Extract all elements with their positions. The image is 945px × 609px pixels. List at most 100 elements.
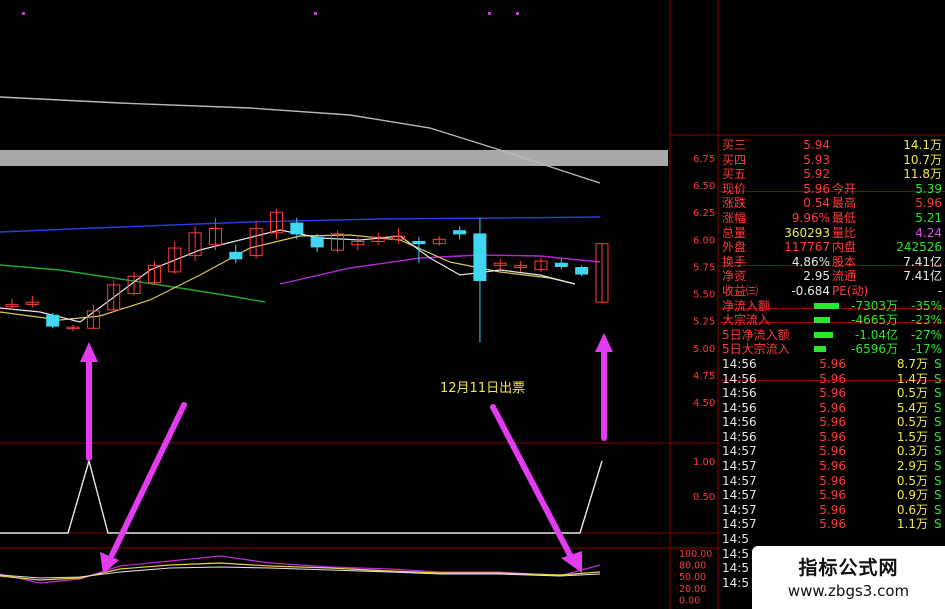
trade-price: 5.96	[819, 356, 846, 371]
trade-volume: 0.5万	[896, 415, 928, 430]
trade-row: 14:57 5.96 0.5万 S	[720, 474, 945, 489]
stat-label: 今开	[832, 181, 857, 196]
bid-label: 买四	[722, 152, 747, 167]
stat-row: 外盘 117767 内盘 242526	[720, 240, 945, 255]
trade-volume: 0.5万	[896, 473, 928, 488]
oscillator-tick-label: 0.00	[679, 595, 700, 606]
trade-volume: 0.9万	[896, 488, 928, 503]
stat-value: 2.95	[803, 269, 830, 284]
trade-time: 14:56	[722, 371, 757, 386]
trade-time: 14:5	[722, 575, 749, 590]
price-tick-label: 5.00	[693, 344, 715, 355]
flow-percent: -23%	[910, 313, 942, 328]
stat-row: 净资 2.95 流通 7.41亿	[720, 269, 945, 284]
trade-time: 14:57	[722, 459, 757, 474]
trade-row: 14:56 5.96 5.4万 S	[720, 401, 945, 416]
stat-value: 7.41亿	[903, 254, 942, 269]
price-tick-label: 6.75	[693, 154, 715, 165]
ma-purple-line	[279, 254, 601, 285]
bid-volume: 14.1万	[903, 138, 942, 152]
price-tick-label: 6.50	[693, 181, 715, 192]
trade-price: 5.96	[819, 400, 846, 415]
trade-side: S	[934, 356, 942, 371]
stat-row: 涨跌 0.54 最高 5.96	[720, 196, 945, 211]
stat-value: 5.39	[915, 181, 942, 196]
stat-value: 5.21	[915, 210, 942, 225]
trade-price: 5.96	[819, 371, 846, 386]
ma-yellow-line	[0, 234, 576, 321]
trade-time: 14:5	[722, 561, 749, 576]
trade-time: 14:56	[722, 356, 757, 371]
trade-side: S	[934, 444, 942, 459]
annotation-arrows	[80, 333, 613, 574]
flow-label: 5日大宗流入	[722, 342, 790, 357]
trade-price: 5.96	[819, 386, 846, 401]
candle-body	[46, 314, 60, 327]
stat-value: 117767	[784, 240, 830, 255]
oscillator-tick-label: 100.00	[679, 549, 712, 560]
price-tick-label: 4.50	[693, 398, 715, 409]
flow-percent: -27%	[910, 327, 942, 342]
indicator-tick-label: 0.50	[693, 492, 715, 503]
stat-label: 股本	[832, 254, 857, 269]
stat-row: 收益㈢ -0.684 PE(动) -	[720, 284, 945, 299]
bid-price: 5.94	[803, 138, 830, 152]
stat-label: 涨跌	[722, 196, 747, 211]
watermark-title: 指标公式网	[798, 557, 899, 579]
trade-volume: 0.3万	[896, 444, 928, 459]
candle-body	[453, 230, 467, 235]
stat-label: 流通	[832, 269, 857, 284]
stat-value: -0.684	[791, 283, 830, 298]
annotation-text: 12月11日出票	[440, 381, 526, 396]
oscillator-tick-label: 50.00	[679, 572, 706, 583]
trade-time: 14:56	[722, 415, 757, 430]
flow-bar	[814, 302, 839, 309]
flow-row: 净流入额 -7303万 -35%	[720, 299, 945, 314]
trade-price: 5.96	[819, 415, 846, 430]
trade-volume: 1.5万	[896, 429, 928, 444]
bid-row: 买四 5.93 10.7万	[720, 153, 945, 168]
candle-body	[290, 222, 304, 235]
trade-row: 14:56 5.96 1.4万 S	[720, 372, 945, 387]
oscillator-axis: 100.0080.0050.0020.000.00	[679, 549, 712, 606]
bid-row: 买五 5.92 11.8万	[720, 167, 945, 182]
trade-row: 14:57 5.96 0.9万 S	[720, 488, 945, 503]
stat-label: 外盘	[722, 240, 747, 255]
bid-label: 买五	[722, 167, 747, 182]
flow-row: 5日大宗流入 -6596万 -17%	[720, 342, 945, 357]
ma-long-line	[0, 96, 601, 184]
trade-side: S	[934, 459, 942, 474]
flow-bar	[814, 346, 826, 353]
watermark-url: www.zbgs3.com	[787, 582, 910, 600]
price-tick-label: 5.75	[693, 262, 715, 273]
trade-price: 5.96	[819, 517, 846, 532]
trade-side: S	[934, 502, 942, 517]
bid-price: 5.92	[803, 167, 830, 182]
trade-time: 14:57	[722, 488, 757, 503]
bid-volume: 11.8万	[903, 167, 942, 182]
stat-value: 5.96	[803, 181, 830, 196]
trade-time: 14:56	[722, 429, 757, 444]
ma-white-line	[0, 229, 576, 323]
trade-row: 14:57 5.96 1.1万 S	[720, 517, 945, 532]
trade-row: 14:56 5.96 8.7万 S	[720, 357, 945, 372]
oscillator-tick-label: 20.00	[679, 584, 706, 595]
stat-row: 总量 360293 量比 4.24	[720, 226, 945, 241]
trade-volume: 0.5万	[896, 386, 928, 401]
flow-value: -4665万	[851, 313, 898, 328]
trade-row: 14:5	[720, 532, 945, 547]
trade-volume: 2.9万	[896, 459, 928, 474]
trade-time: 14:57	[722, 444, 757, 459]
trade-volume: 5.4万	[896, 400, 928, 415]
stat-label: 换手	[722, 254, 747, 269]
candle-body	[554, 262, 568, 267]
stat-label: 量比	[832, 225, 857, 240]
trade-side: S	[934, 386, 942, 401]
trade-side: S	[934, 473, 942, 488]
price-tick-label: 4.75	[693, 371, 715, 382]
stat-row: 现价 5.96 今开 5.39	[720, 182, 945, 197]
trade-price: 5.96	[819, 459, 846, 474]
flow-bar	[814, 331, 833, 338]
trade-row: 14:57 5.96 0.6万 S	[720, 503, 945, 518]
stat-label: PE(动)	[832, 283, 869, 298]
